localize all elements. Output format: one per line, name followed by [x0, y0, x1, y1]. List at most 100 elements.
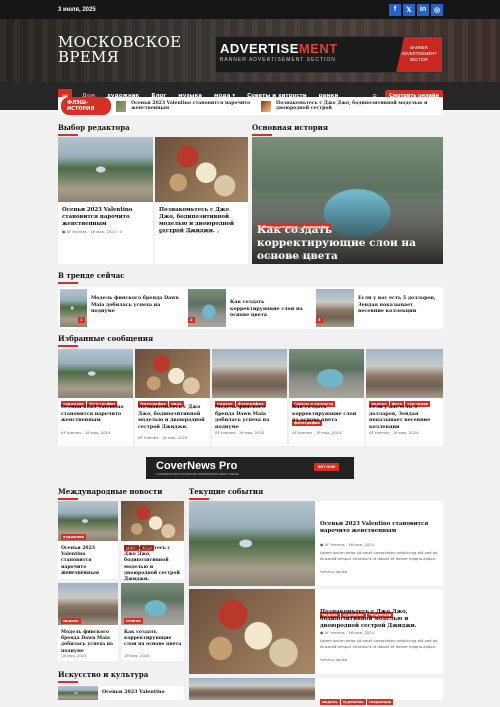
- featured-card[interactable]: художник фотография Осеньи 2023 Valentino…: [58, 349, 133, 446]
- article-date: 16 мая, 2024: [285, 254, 311, 259]
- arts-card[interactable]: Осеньи 2023 Valentino: [58, 686, 184, 700]
- article-title[interactable]: Как создать корректирующие слои на основ…: [124, 630, 182, 649]
- category-badge[interactable]: художник: [61, 534, 87, 540]
- x-twitter-icon[interactable]: 𝕏: [403, 3, 415, 16]
- top-bar: 3 июля, 2025 f 𝕏 in ◎: [0, 0, 500, 19]
- current-event-card[interactable]: модель художник тенденции Познакомьтесь с …: [189, 589, 443, 674]
- comment-count: 0: [216, 229, 220, 234]
- current-date: 3 июля, 2025: [58, 6, 96, 13]
- international-card[interactable]: советы Как создать корректирующие слои н…: [121, 583, 184, 661]
- read-more-link[interactable]: Читать далее: [320, 657, 347, 662]
- article-meta: ● AF themes · 16 мая, 2024 · 0: [159, 229, 220, 234]
- article-author: AF themes: [324, 630, 345, 635]
- banner-ad-suffix: MENT: [298, 41, 338, 56]
- article-title[interactable]: Модель финского бренда Dawn Maia добилас…: [215, 404, 285, 430]
- article-date: 16 мая, 2024: [90, 229, 116, 234]
- current-event-card[interactable]: модель художник тенденции: [189, 678, 443, 705]
- article-meta: AF themes · 16 мая, 2024: [138, 435, 188, 440]
- ticker-item[interactable]: Осеньи 2023 Valentino становится нарочит…: [131, 101, 256, 111]
- article-title[interactable]: Осеньи 2023 Valentino: [102, 689, 182, 696]
- article-image[interactable]: [189, 589, 315, 674]
- article-image[interactable]: [189, 678, 315, 700]
- arts-culture-heading: Искусство и культура: [58, 670, 149, 683]
- international-card[interactable]: модель Модель финского бренда Dawn Maia …: [58, 583, 118, 661]
- featured-card[interactable]: Советы и хитростифотография Как создать …: [289, 349, 364, 446]
- banner-ad-prefix: ADVERTISE: [220, 41, 299, 56]
- article-meta: ● AF themes · 16 мая, 2024: [320, 630, 374, 635]
- site-logo[interactable]: МОСКОВСКОЕ ВРЕМЯ: [58, 35, 181, 65]
- article-image[interactable]: [58, 137, 153, 202]
- featured-card[interactable]: модель фотография Модель финского бренда …: [212, 349, 287, 446]
- trending-title[interactable]: Если у вас есть 5 долларов, Зендая показ…: [358, 295, 440, 315]
- article-excerpt: Lorem ipsum dolor sit amet consectetur a…: [320, 638, 438, 649]
- ticker-thumb[interactable]: [260, 100, 271, 112]
- article-title[interactable]: Познакомьтесь с Джо Джо, бодипозитивной …: [124, 546, 182, 583]
- buy-now-button[interactable]: BUY NOW: [314, 463, 340, 471]
- article-image[interactable]: [189, 501, 315, 586]
- main-story-heading: Основная история: [252, 123, 329, 136]
- article-date: 16 мая, 2024: [392, 430, 419, 435]
- article-date: 16 мая, 2024: [238, 430, 265, 435]
- trending-number: 1: [78, 317, 85, 323]
- article-author: AF themes: [292, 430, 313, 435]
- ticker-thumb[interactable]: [115, 100, 127, 112]
- banner-tag-line-3: SECTION: [409, 57, 429, 62]
- article-author: AF themes: [66, 229, 87, 234]
- header-ad-banner[interactable]: ADVERTISEMENT BANNER ADVERTISEMENT SECTI…: [215, 36, 443, 73]
- instagram-icon[interactable]: ◎: [431, 3, 443, 16]
- banner-tag: BANNER ADVERTISEMENT SECTION: [396, 37, 442, 72]
- featured-card[interactable]: фотография мода Познакомьтесь с Джо Джо, …: [135, 349, 210, 446]
- article-title[interactable]: Познакомьтесь с Джо Джо, бодипозитивной …: [320, 609, 438, 630]
- article-date: 16 мая, 2024: [84, 430, 111, 435]
- category-badges: модель художник тенденции: [320, 688, 394, 707]
- flash-story-label: ФЛЭШ-ИСТОРИЯ: [61, 97, 111, 115]
- article-excerpt: Lorem ipsum dolor sit amet consectetur a…: [320, 550, 438, 561]
- ad-brand: CoverNews Pro: [156, 460, 238, 472]
- current-event-card[interactable]: Осеньи 2023 Valentino становится нарочит…: [189, 501, 443, 586]
- featured-card[interactable]: модель фото художник Если у вас есть 5 дол…: [366, 349, 443, 446]
- article-date: 16 мая, 2024: [124, 653, 150, 658]
- social-links: f 𝕏 in ◎: [389, 3, 443, 16]
- trending-title[interactable]: Модель финского бренда Dawn Maia добилас…: [91, 295, 181, 315]
- trending-strip: 1 Модель финского бренда Dawn Maia добил…: [58, 287, 443, 329]
- flash-news-ticker: ФЛЭШ-ИСТОРИЯ Осеньи 2023 Valentino стано…: [58, 97, 443, 115]
- article-meta: ● AF themes · 16 мая, 2024 · 0: [62, 229, 123, 234]
- article-title[interactable]: Осеньи 2023 Valentino становится нарочит…: [61, 404, 131, 424]
- category-badge[interactable]: советы: [124, 618, 143, 624]
- ticker-item[interactable]: Познакомьтесь с Джо Джо, бодипозитивной …: [276, 101, 440, 111]
- category-badge[interactable]: модель: [61, 618, 81, 624]
- article-title[interactable]: Познакомьтесь с Джо Джо, бодипозитивной …: [138, 404, 208, 430]
- main-story-card[interactable]: Советы и хитрости фотография Как создать …: [252, 137, 443, 264]
- international-card[interactable]: фото мода Познакомьтесь с Джо Джо, бодипо…: [121, 501, 184, 582]
- article-title[interactable]: Если у вас есть 5 долларов, Зендая показ…: [369, 404, 441, 430]
- article-date: 16 мая, 2024: [61, 569, 87, 574]
- linkedin-icon[interactable]: in: [417, 3, 429, 16]
- comment-count: 0: [119, 229, 123, 234]
- article-title[interactable]: Осеньи 2023 Valentino становится нарочит…: [62, 207, 150, 228]
- article-date: 16 мая, 2024: [348, 542, 374, 547]
- article-meta: AF themes · 16 мая, 2024: [215, 430, 265, 435]
- article-image[interactable]: [155, 137, 248, 202]
- article-date: 16 мая, 2024: [161, 435, 188, 440]
- read-more-link[interactable]: Читать далее: [320, 569, 347, 574]
- article-meta: AF themes · 16 мая, 2024: [61, 430, 111, 435]
- covernews-ad-banner[interactable]: CoverNews Pro A PREMIUM MULTIPURPOSE WOR…: [146, 457, 354, 479]
- international-heading: Международные новости: [58, 487, 163, 500]
- international-card[interactable]: художник Осеньи 2023 Valentino становитс…: [58, 501, 118, 579]
- trending-title[interactable]: Как создать корректирующие слои на основ…: [230, 299, 315, 319]
- banner-subtitle: BANNER ADVERTISEMENT SECTION: [220, 57, 336, 63]
- current-events-heading: Текущие события: [189, 487, 264, 500]
- facebook-icon[interactable]: f: [389, 3, 401, 16]
- article-image[interactable]: [58, 686, 98, 700]
- editor-card[interactable]: Осеньи 2023 Valentino становится нарочит…: [58, 137, 153, 264]
- article-title[interactable]: Как создать корректирующие слои на основ…: [292, 404, 362, 424]
- editor-card[interactable]: Познакомьтесь с Джо Джо, бодипозитивной …: [155, 137, 248, 264]
- article-author: AF themes: [261, 254, 282, 259]
- article-date: 16 мая, 2024: [61, 653, 87, 658]
- featured-heading: Избранные сообщения: [58, 334, 154, 347]
- banner-ad-text: ADVERTISEMENT: [220, 41, 338, 56]
- article-title[interactable]: Модель финского бренда Dawn Maia добилас…: [61, 630, 117, 655]
- featured-grid: художник фотография Осеньи 2023 Valentino…: [58, 349, 443, 446]
- article-title[interactable]: Осеньи 2023 Valentino становится нарочит…: [320, 521, 438, 535]
- article-author: AF themes: [369, 430, 390, 435]
